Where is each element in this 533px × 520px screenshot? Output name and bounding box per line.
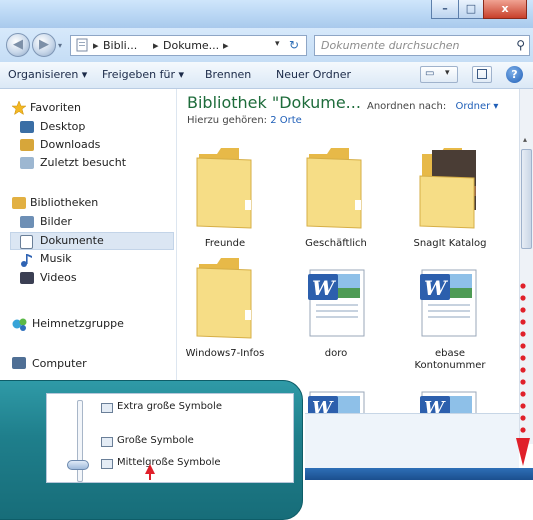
- preview-pane-icon: [477, 69, 487, 79]
- folder-icon: [306, 148, 362, 229]
- scroll-up-icon[interactable]: ▴: [523, 135, 527, 144]
- view-slider-thumb[interactable]: [67, 460, 89, 470]
- details-pane: [305, 413, 519, 469]
- preview-pane-button[interactable]: [472, 66, 492, 83]
- minimize-button[interactable]: –: [431, 0, 459, 19]
- libraries-icon: [12, 197, 26, 209]
- annotation-arrow-left: [145, 464, 155, 480]
- back-button[interactable]: ◀: [6, 33, 30, 57]
- word-document-icon: W: [308, 391, 365, 423]
- address-bar-area: ◀ ▶ ▾ ▸ Bibli... ▸ Dokume... ▸ ▾ ↻ Dokum…: [0, 28, 533, 63]
- close-button[interactable]: x: [483, 0, 527, 19]
- scrollbar-thumb[interactable]: [521, 149, 532, 249]
- view-size-menu: Extra große Symbole Große Symbole Mittel…: [46, 393, 294, 483]
- includes-locations-link[interactable]: 2 Orte: [270, 115, 302, 126]
- help-button[interactable]: ?: [506, 66, 523, 83]
- includes-label: Hierzu gehören:: [187, 115, 268, 126]
- word-document-icon: W: [420, 391, 477, 423]
- command-bar: Organisieren ▾ Freigeben für ▾ Brennen N…: [0, 62, 533, 89]
- search-placeholder: Dokumente durchsuchen: [321, 39, 460, 52]
- address-box[interactable]: ▸ Bibli... ▸ Dokume... ▸ ▾ ↻: [70, 35, 307, 56]
- view-extra-large-icons[interactable]: Extra große Symbole: [117, 401, 222, 412]
- title-bar: – □ x: [0, 0, 533, 28]
- extra-large-icons-icon: [101, 403, 113, 413]
- star-icon: [11, 100, 27, 116]
- medium-icons-icon: [101, 459, 113, 469]
- library-title: Bibliothek "Dokume...: [187, 93, 361, 112]
- item-label-freunde: Freunde: [204, 238, 246, 249]
- nav-videos[interactable]: Videos: [40, 271, 77, 284]
- view-options-icon: ▭: [425, 68, 435, 79]
- address-dropdown-icon[interactable]: ▾: [275, 39, 280, 49]
- breadcrumb-documents[interactable]: Dokume...: [163, 39, 219, 52]
- nav-computer[interactable]: Computer: [32, 357, 87, 370]
- library-includes: Hierzu gehören: 2 Orte: [187, 115, 302, 126]
- maximize-button[interactable]: □: [458, 0, 484, 19]
- change-view-button[interactable]: ▭ ▾: [420, 66, 458, 83]
- nav-pictures[interactable]: Bilder: [40, 215, 72, 228]
- folder-windows7-infos[interactable]: [195, 256, 259, 343]
- item-label-geschaeftlich: Geschäftlich: [305, 238, 367, 249]
- large-icons-icon: [101, 437, 113, 447]
- taskbar-strip: [305, 468, 533, 480]
- item-label-doro: doro: [324, 348, 348, 359]
- refresh-icon[interactable]: ↻: [289, 38, 299, 52]
- nav-recent[interactable]: Zuletzt besucht: [40, 156, 126, 169]
- desktop-icon: [20, 121, 34, 133]
- folder-icon: [75, 38, 89, 55]
- nav-desktop[interactable]: Desktop: [40, 120, 85, 133]
- share-with-button[interactable]: Freigeben für ▾: [102, 68, 184, 81]
- homegroup-icon: [12, 317, 27, 331]
- forward-button[interactable]: ▶: [32, 33, 56, 57]
- view-medium-icons[interactable]: Mittelgroße Symbole: [117, 457, 221, 468]
- nav-music[interactable]: Musik: [40, 252, 72, 265]
- pictures-icon: [20, 216, 34, 228]
- arrange-label: Anordnen nach:: [367, 101, 447, 112]
- arrange-by: Anordnen nach: Ordner ▾: [367, 101, 498, 112]
- item-label-windows7-infos: Windows7-Infos: [185, 348, 265, 359]
- word-document-icon: W: [420, 269, 477, 337]
- chevron-down-icon: ▾: [445, 68, 450, 78]
- nav-libraries[interactable]: Bibliotheken: [30, 196, 98, 209]
- breadcrumb-separator-icon: ▸: [153, 39, 159, 52]
- music-note-icon: [20, 253, 34, 267]
- folder-geschaeftlich[interactable]: [305, 146, 369, 233]
- breadcrumb-separator-icon: ▸: [223, 39, 229, 52]
- folder-icon: [196, 148, 252, 229]
- nav-downloads[interactable]: Downloads: [40, 138, 100, 151]
- nav-homegroup[interactable]: Heimnetzgruppe: [32, 317, 124, 330]
- breadcrumb-libraries[interactable]: Bibli...: [103, 39, 137, 52]
- computer-icon: [12, 357, 26, 369]
- item-label-snagit-katalog: SnagIt Katalog: [413, 238, 487, 249]
- folder-icon: [196, 258, 252, 339]
- downloads-icon: [20, 139, 34, 151]
- documents-icon: [20, 235, 33, 249]
- nav-favorites[interactable]: Favoriten: [30, 101, 81, 114]
- word-document-icon: W: [308, 269, 365, 337]
- recent-places-icon: [20, 157, 34, 169]
- svg-text:W: W: [424, 276, 449, 300]
- new-folder-button[interactable]: Neuer Ordner: [276, 68, 351, 81]
- search-icon[interactable]: ⚲: [516, 38, 525, 52]
- burn-button[interactable]: Brennen: [205, 68, 251, 81]
- svg-text:W: W: [312, 276, 337, 300]
- arrange-by-dropdown[interactable]: Ordner ▾: [455, 101, 498, 112]
- annotation-dotted-arrow: [516, 283, 530, 466]
- view-large-icons[interactable]: Große Symbole: [117, 435, 194, 446]
- recent-pages-chevron-icon[interactable]: ▾: [58, 41, 62, 50]
- search-box[interactable]: Dokumente durchsuchen ⚲: [314, 35, 530, 56]
- nav-documents[interactable]: Dokumente: [40, 234, 104, 247]
- organize-button[interactable]: Organisieren ▾: [8, 68, 87, 81]
- document-doro[interactable]: W: [302, 264, 372, 343]
- folder-photo-icon: [419, 148, 476, 229]
- item-label-ebase-kontonummer: ebase Kontonummer: [414, 348, 486, 371]
- folder-freunde[interactable]: [195, 146, 259, 233]
- videos-icon: [20, 272, 34, 284]
- document-ebase-kontonummer[interactable]: W: [414, 264, 484, 343]
- folder-snagit-katalog[interactable]: [418, 146, 482, 233]
- breadcrumb-separator-icon: ▸: [93, 39, 99, 52]
